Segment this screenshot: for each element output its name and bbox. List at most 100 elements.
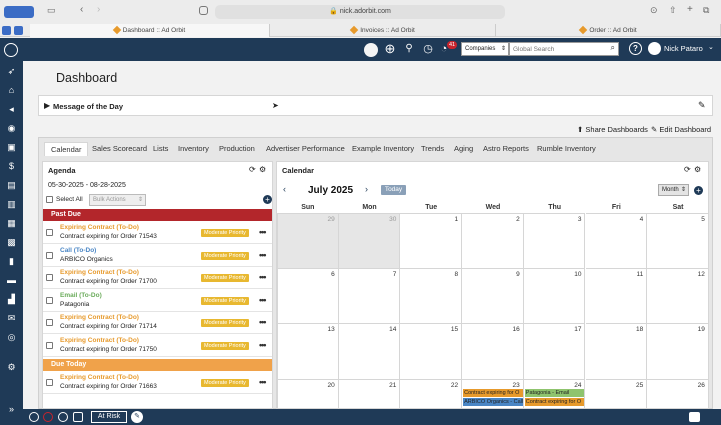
- calendar-day-cell[interactable]: 20: [277, 379, 339, 409]
- tab-overview-icon[interactable]: ⧉: [703, 5, 709, 16]
- mail-icon[interactable]: ✉: [6, 313, 17, 324]
- agenda-item-detail[interactable]: Contract expiring for Order 71543: [60, 233, 157, 240]
- search-icon[interactable]: ⌕: [611, 43, 615, 53]
- avatar[interactable]: [648, 42, 661, 55]
- tab-aging[interactable]: Aging: [454, 142, 473, 156]
- calendar-day-cell[interactable]: 5: [647, 213, 709, 269]
- rocket-icon[interactable]: ➶: [6, 66, 17, 77]
- book-icon[interactable]: ▮: [6, 256, 17, 267]
- calendar-day-cell[interactable]: 17: [523, 324, 586, 380]
- agenda-date-range[interactable]: 05-30-2025 - 08-28-2025: [48, 182, 126, 189]
- forward-icon[interactable]: ›: [97, 4, 100, 15]
- agenda-item-checkbox[interactable]: [46, 296, 53, 304]
- support-icon[interactable]: ◎: [6, 332, 17, 343]
- back-icon[interactable]: ‹: [80, 4, 83, 15]
- more-options-icon[interactable]: •••: [259, 227, 267, 237]
- agenda-item[interactable]: Expiring Contract (To-Do) Contract expiri…: [43, 312, 272, 334]
- global-search-field[interactable]: [510, 43, 602, 55]
- calendar-gear-icon[interactable]: ⚙: [694, 165, 701, 174]
- gear-icon[interactable]: ⚙: [259, 165, 266, 174]
- bulk-actions-select[interactable]: Bulk Actions ⇕: [89, 194, 146, 206]
- calendar-day-cell[interactable]: 18: [585, 324, 648, 380]
- agenda-item[interactable]: Expiring Contract (To-Do) Contract expiri…: [43, 372, 272, 394]
- truck-icon[interactable]: ▬: [6, 275, 17, 286]
- orbit-tools-icon[interactable]: [364, 43, 378, 57]
- next-month-icon[interactable]: ›: [365, 184, 368, 194]
- agenda-item[interactable]: Email (To-Do) Patagonia Moderate Priority •…: [43, 289, 272, 312]
- calendar-event[interactable]: ARBICO Organics - Call: [463, 397, 523, 406]
- agenda-item-detail[interactable]: Contract expiring for Order 71700: [60, 278, 157, 285]
- calendar-day-cell[interactable]: 16: [462, 324, 524, 380]
- agenda-item-type[interactable]: Expiring Contract (To-Do): [60, 269, 139, 276]
- search-scope-select[interactable]: Companies ⇕: [461, 42, 509, 56]
- agenda-item-checkbox[interactable]: [46, 319, 53, 326]
- chart-icon[interactable]: ▟: [6, 294, 17, 305]
- agenda-item-type[interactable]: Expiring Contract (To-Do): [60, 224, 139, 231]
- calendar-day-cell[interactable]: 4: [585, 213, 648, 269]
- motd-label[interactable]: Message of the Day: [53, 102, 123, 111]
- today-button[interactable]: Today: [381, 185, 406, 195]
- calendar-day-cell[interactable]: 15: [400, 324, 463, 380]
- newspaper-icon[interactable]: ▦: [6, 218, 17, 229]
- calendar-icon[interactable]: ▩: [6, 237, 17, 248]
- agenda-item-type[interactable]: Expiring Contract (To-Do): [60, 374, 139, 381]
- agenda-item-detail[interactable]: ARBICO Organics: [60, 256, 113, 263]
- status-icon[interactable]: [29, 412, 39, 422]
- workspace-icon-2[interactable]: [14, 26, 23, 35]
- more-options-icon[interactable]: •••: [259, 250, 267, 260]
- tab-lists[interactable]: Lists: [153, 142, 168, 156]
- global-search-input[interactable]: ⌕: [509, 42, 619, 56]
- settings-icon[interactable]: ⚙: [6, 362, 17, 373]
- calendar-day-cell[interactable]: 11: [585, 268, 648, 324]
- globe-icon[interactable]: [58, 412, 68, 422]
- add-icon[interactable]: ⊕: [383, 42, 397, 56]
- agenda-item[interactable]: Call (To-Do) ARBICO Organics Moderate Prio…: [43, 244, 272, 267]
- more-options-icon[interactable]: •••: [259, 295, 267, 305]
- more-options-icon[interactable]: •••: [259, 272, 267, 282]
- calendar-day-cell[interactable]: 9: [462, 268, 524, 324]
- download-icon[interactable]: ⊙: [650, 5, 658, 16]
- agenda-item-type[interactable]: Call (To-Do): [60, 247, 96, 254]
- calendar-day-cell[interactable]: 30: [338, 213, 401, 269]
- sidebar-icon[interactable]: ▭: [47, 5, 56, 16]
- agenda-item[interactable]: Expiring Contract (To-Do) Contract expiri…: [43, 334, 272, 357]
- agenda-item-detail[interactable]: Patagonia: [60, 301, 89, 308]
- agenda-item-checkbox[interactable]: [46, 274, 53, 281]
- calendar-day-cell[interactable]: 21: [338, 379, 401, 409]
- image-icon[interactable]: ▣: [6, 142, 17, 153]
- agenda-item-type[interactable]: Expiring Contract (To-Do): [60, 314, 139, 321]
- calendar-refresh-icon[interactable]: ⟳: [684, 165, 691, 174]
- help-icon[interactable]: ?: [629, 42, 642, 55]
- new-tab-icon[interactable]: +: [687, 4, 693, 15]
- refresh-icon[interactable]: ⟳: [249, 165, 256, 174]
- calendar-day-cell[interactable]: 2: [462, 213, 524, 269]
- dollar-icon[interactable]: $: [6, 161, 17, 172]
- calendar-day-cell[interactable]: 29: [277, 213, 339, 269]
- agenda-item-type[interactable]: Expiring Contract (To-Do): [60, 337, 139, 344]
- agenda-item-detail[interactable]: Contract expiring for Order 71714: [60, 323, 157, 330]
- more-options-icon[interactable]: •••: [259, 317, 267, 327]
- calendar-day-cell[interactable]: 6: [277, 268, 339, 324]
- calendar-day-cell[interactable]: 25: [585, 379, 648, 409]
- calendar-day-cell[interactable]: 10: [523, 268, 586, 324]
- edit-pencil-icon[interactable]: ✎: [698, 100, 706, 111]
- calendar-day-cell[interactable]: 13: [277, 324, 339, 380]
- more-options-icon[interactable]: •••: [259, 377, 267, 387]
- tab-trends[interactable]: Trends: [421, 142, 444, 156]
- browser-tab-dashboard[interactable]: Dashboard :: Ad Orbit: [30, 24, 270, 37]
- agenda-item[interactable]: Expiring Contract (To-Do) Contract expiri…: [43, 267, 272, 289]
- tab-advertiser-performance[interactable]: Advertiser Performance: [266, 142, 345, 156]
- agenda-item-checkbox[interactable]: [46, 341, 53, 349]
- more-options-icon[interactable]: •••: [259, 340, 267, 350]
- caret-right-icon[interactable]: ▶: [44, 101, 50, 110]
- history-icon[interactable]: ◷: [421, 42, 435, 56]
- id-card-icon[interactable]: ▤: [6, 180, 17, 191]
- handshake-icon[interactable]: ◉: [6, 123, 17, 134]
- add-event-icon[interactable]: +: [694, 186, 703, 195]
- calendar-day-cell[interactable]: 8: [400, 268, 463, 324]
- select-all-checkbox[interactable]: [46, 196, 53, 203]
- workspace-icon[interactable]: [2, 26, 11, 35]
- url-bar[interactable]: 🔒 nick.adorbit.com: [215, 5, 505, 19]
- agenda-item-detail[interactable]: Contract expiring for Order 71663: [60, 383, 157, 390]
- agenda-item-detail[interactable]: Contract expiring for Order 71750: [60, 346, 157, 353]
